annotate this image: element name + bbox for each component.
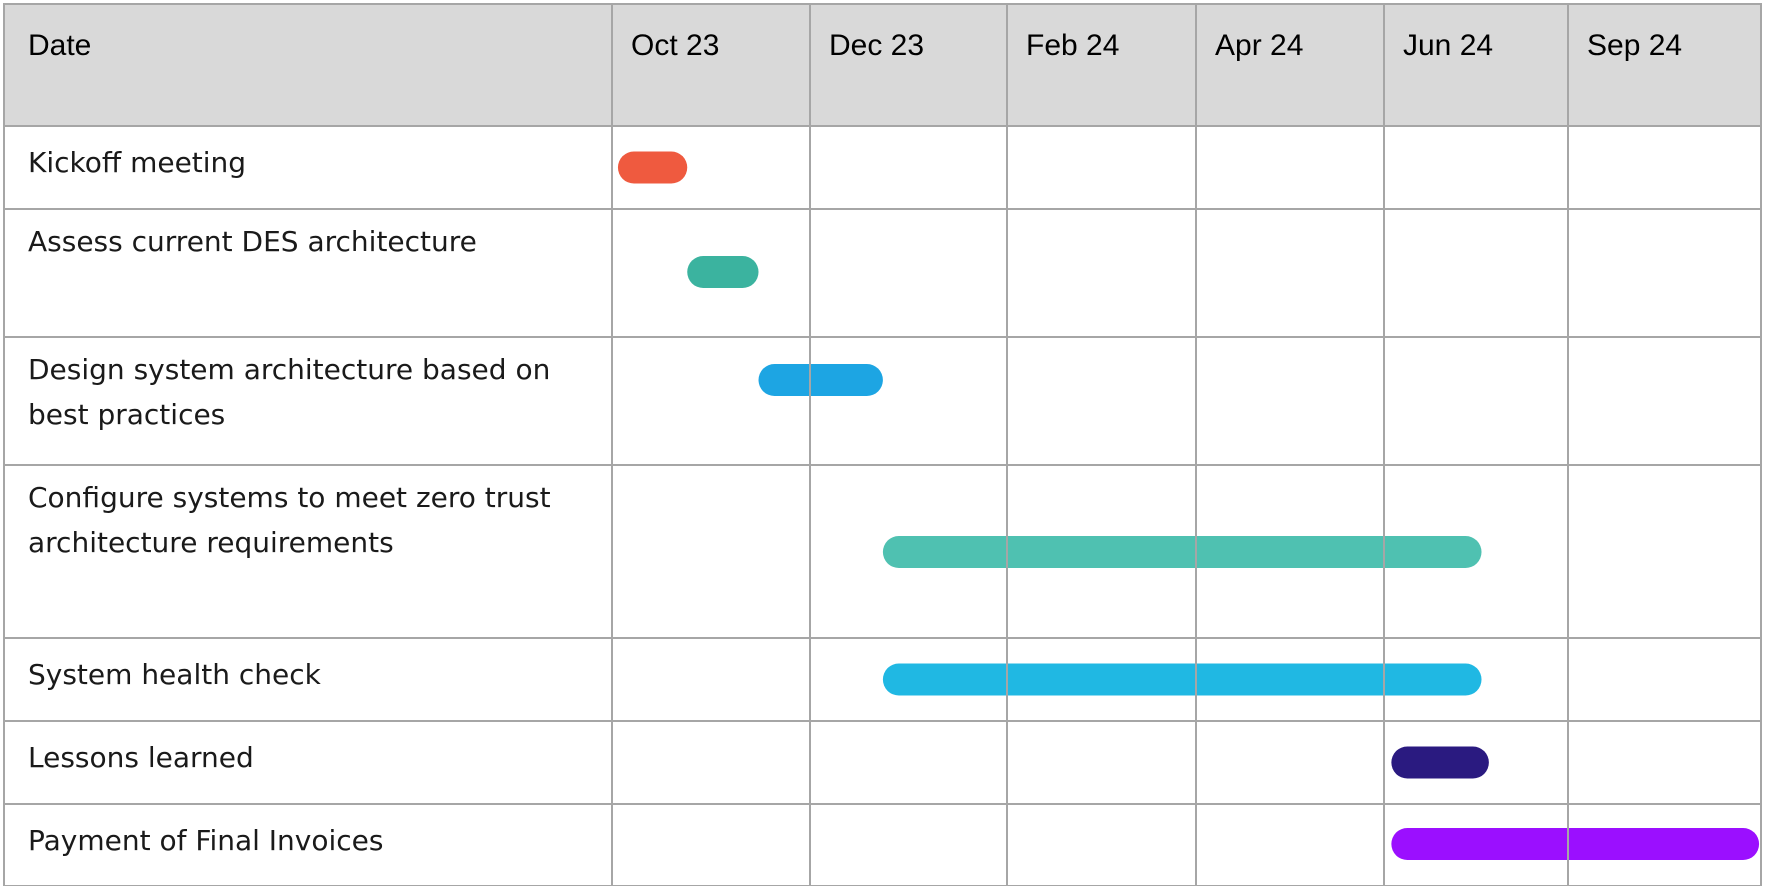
table-border: [3, 3, 1762, 886]
task-bar: [617, 151, 688, 184]
task-bar: [1391, 746, 1489, 779]
period-label: Dec 23: [829, 29, 924, 62]
period-label: Feb 24: [1026, 29, 1119, 62]
task-label: Design system architecture based on: [28, 353, 550, 386]
task-bar: [882, 536, 1482, 568]
gantt-chart: Date Oct 23 Dec 23 Feb 24 Apr 24 Jun 24 Sep 24…: [3, 3, 1762, 886]
header-row: [4, 4, 1761, 126]
task-label: architecture requirements: [28, 526, 394, 559]
task-bar: [1391, 828, 1760, 860]
task-label: Kickoff meeting: [28, 146, 246, 179]
header-date-label: Date: [28, 29, 91, 62]
period-label: Jun 24: [1403, 29, 1493, 62]
task-label: System health check: [28, 658, 322, 691]
task-bar: [882, 663, 1482, 696]
period-label: Sep 24: [1587, 29, 1682, 62]
task-bar: [758, 364, 883, 396]
task-label: Payment of Final Invoices: [28, 824, 384, 857]
task-label: Lessons learned: [28, 741, 254, 774]
task-label: Configure systems to meet zero trust: [28, 481, 551, 514]
period-label: Oct 23: [631, 29, 719, 62]
task-bar: [687, 256, 759, 288]
period-label: Apr 24: [1215, 29, 1303, 62]
task-label: Assess current DES architecture: [28, 225, 477, 258]
task-label: best practices: [28, 398, 225, 431]
